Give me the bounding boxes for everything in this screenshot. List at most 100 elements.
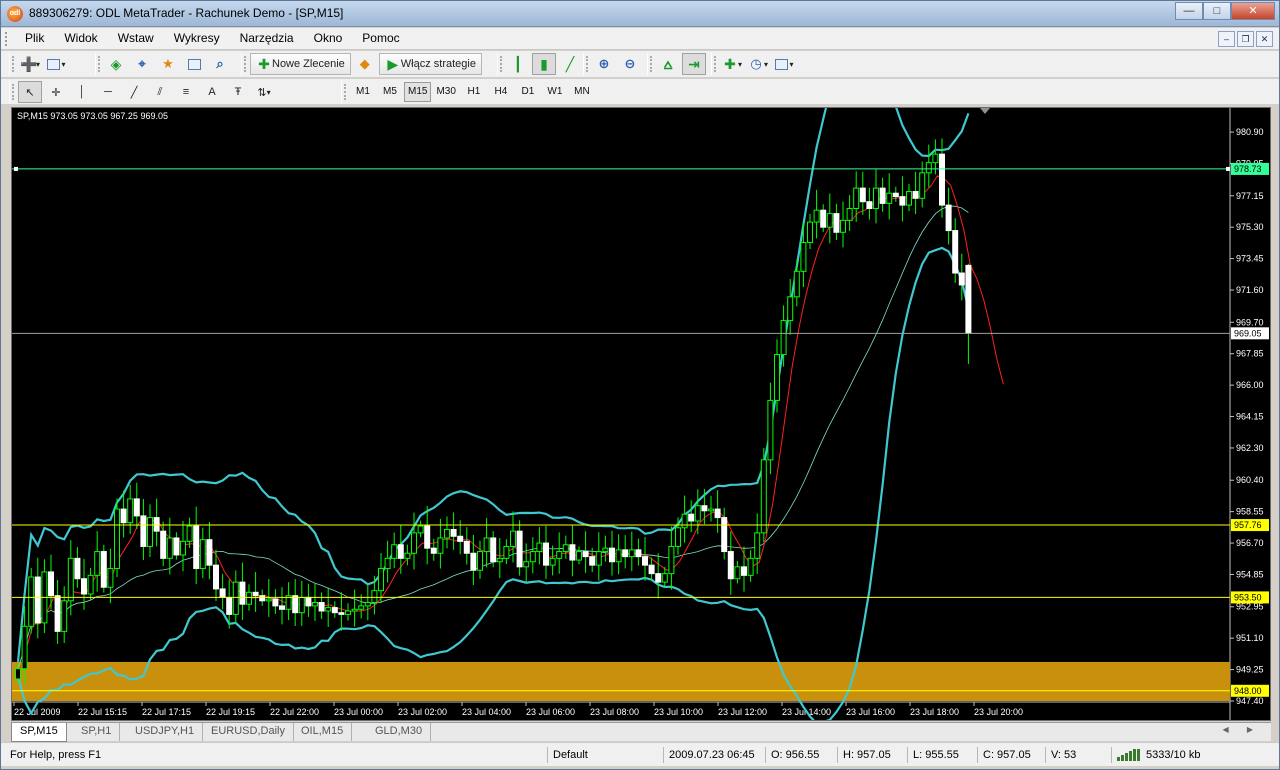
navigator-button[interactable]: ⌖ (130, 53, 154, 75)
timeframe-h1-button[interactable]: H1 (461, 82, 487, 102)
crosshair-tool-button[interactable]: ✛ (44, 81, 68, 103)
bearish-candle (81, 578, 87, 595)
bearish-candle (470, 552, 477, 571)
candlestick-icon: ▮ (540, 56, 548, 72)
bearish-candle (952, 230, 959, 274)
chart-tab-sp-m15[interactable]: SP,M15 (11, 723, 67, 742)
timeframe-m1-button[interactable]: M1 (350, 82, 376, 102)
child-close-button[interactable]: ✕ (1256, 31, 1273, 47)
new-chart-button[interactable]: ➕ ▾ (18, 53, 42, 75)
bullish-candle (186, 525, 193, 542)
chart-tab-sp-h1[interactable]: SP,H1 (73, 723, 121, 741)
y-tick-label: 951.10 (1236, 633, 1264, 643)
y-tick-label: 969.70 (1236, 317, 1264, 327)
text-tool-button[interactable]: A (200, 81, 224, 103)
bearish-candle (701, 505, 708, 512)
equidistant-channel-button[interactable]: ⫽ (148, 81, 172, 103)
bullish-candle (232, 581, 239, 615)
candlestick-button[interactable]: ▮ (532, 53, 556, 75)
metatrader-window: odl 889306279: ODL MetaTrader - Rachunek… (0, 0, 1280, 770)
enable-strategies-button[interactable]: ▶ Włącz strategie (378, 53, 482, 75)
strategy-tester-button[interactable]: ⌕ (208, 53, 232, 75)
zoom-in-button[interactable]: ⊕ (592, 53, 616, 75)
trendline-button[interactable]: ╱ (122, 81, 146, 103)
menu-item-wykresy[interactable]: Wykresy (164, 28, 230, 50)
indicators-button[interactable]: ✚ ▾ (720, 53, 744, 75)
bullish-candle (325, 607, 332, 612)
timeframe-h4-button[interactable]: H4 (488, 82, 514, 102)
bearish-candle (457, 535, 464, 542)
bearish-candle (193, 525, 200, 570)
arrows-button[interactable]: ⇅ ▾ (252, 81, 276, 103)
menu-item-widok[interactable]: Widok (54, 28, 107, 50)
horizontal-line-icon: ─ (104, 86, 112, 98)
text-label-button[interactable]: Ŧ (226, 81, 250, 103)
bearish-candle (688, 513, 695, 522)
child-restore-button[interactable]: ❐ (1237, 31, 1254, 47)
timeframe-m5-button[interactable]: M5 (377, 82, 403, 102)
chart-area[interactable]: 980.90979.05977.15975.30973.45971.60969.… (11, 107, 1271, 721)
line-chart-button[interactable]: ╱ (558, 53, 582, 75)
menu-item-pomoc[interactable]: Pomoc (352, 28, 409, 50)
templates-button[interactable]: ▾ (772, 53, 796, 75)
chart-tab-usdjpy-h1[interactable]: USDJPY,H1 (127, 723, 204, 741)
fibonacci-button[interactable]: ≡ (174, 81, 198, 103)
bearish-candle (721, 517, 728, 553)
minimize-button[interactable]: — (1175, 2, 1203, 20)
auto-scroll-button[interactable]: ⩟ (656, 53, 680, 75)
timeframe-m15-button[interactable]: M15 (404, 82, 432, 102)
bearish-candle (727, 551, 734, 580)
bullish-candle (166, 537, 173, 559)
profiles-button[interactable]: ▾ (44, 53, 68, 75)
metaeditor-button[interactable]: ◆ (353, 53, 377, 75)
timeframe-d1-button[interactable]: D1 (515, 82, 541, 102)
horizontal-line-button[interactable]: ─ (96, 81, 120, 103)
bearish-candle (543, 542, 549, 566)
vertical-line-button[interactable]: │ (70, 81, 94, 103)
text-label-icon: Ŧ (234, 86, 242, 98)
data-window-button[interactable]: ★ (156, 53, 180, 75)
chart-shift-button[interactable]: ⇥ (682, 53, 706, 75)
bullish-candle (549, 557, 556, 566)
bar-chart-button[interactable]: ┃ (506, 53, 530, 75)
close-button[interactable]: ✕ (1231, 2, 1275, 20)
bullish-candle (510, 530, 516, 547)
bearish-candle (642, 556, 648, 566)
menu-item-wstaw[interactable]: Wstaw (108, 28, 164, 50)
chart-tab-gld-m30[interactable]: GLD,M30 (367, 723, 432, 741)
tab-scroll-arrows-icon[interactable]: ◀ ▶ (1222, 725, 1261, 734)
periods-button[interactable]: ◷ ▾ (746, 53, 770, 75)
y-tick-label: 956.70 (1236, 538, 1264, 548)
window-title: 889306279: ODL MetaTrader - Rachunek Dem… (29, 6, 344, 20)
chart-shift-icon: ⇥ (688, 56, 700, 72)
status-profile: Default (547, 747, 588, 763)
zoom-out-button[interactable]: ⊖ (618, 53, 642, 75)
chart-tab-oil-m15[interactable]: OIL,M15 (293, 723, 353, 741)
maximize-button[interactable]: □ (1203, 2, 1231, 20)
terminal-button[interactable] (182, 53, 206, 75)
child-minimize-button[interactable]: – (1218, 31, 1235, 47)
timeframe-w1-button[interactable]: W1 (542, 82, 568, 102)
bearish-candle (213, 564, 219, 590)
chart-tab-eurusd-daily[interactable]: EURUSD,Daily (203, 723, 294, 741)
cursor-tool-button[interactable]: ↖ (18, 81, 42, 103)
menu-item-okno[interactable]: Okno (304, 28, 353, 50)
enable-strategies-label: Włącz strategie (400, 58, 476, 70)
bullish-candle (767, 399, 774, 461)
title-bar[interactable]: odl 889306279: ODL MetaTrader - Rachunek… (1, 1, 1279, 27)
menu-item-narzędzia[interactable]: Narzędzia (230, 28, 304, 50)
timeframe-mn-button[interactable]: MN (569, 82, 595, 102)
price-tag-label: 948.00 (1234, 686, 1262, 696)
zoom-out-icon: ⊖ (624, 56, 636, 71)
bearish-candle (958, 272, 965, 286)
new-order-button[interactable]: ✚ Nowe Zlecenie (250, 53, 351, 75)
timeframe-m30-button[interactable]: M30 (432, 82, 459, 102)
menu-item-plik[interactable]: Plik (15, 28, 54, 50)
price-chart[interactable]: 980.90979.05977.15975.30973.45971.60969.… (12, 108, 1270, 720)
bullish-candle (61, 600, 68, 632)
menu-grip-icon[interactable] (5, 32, 11, 46)
bearish-candle (292, 595, 299, 614)
market-watch-button[interactable]: ◈ (104, 53, 128, 75)
x-tick-label: 23 Jul 02:00 (398, 707, 447, 717)
standard-toolbar: ➕ ▾ ▾ ◈ ⌖ ★ ⌕ ✚ Nowe Zlecenie ◆ ▶ Włącz str… (1, 51, 1279, 78)
